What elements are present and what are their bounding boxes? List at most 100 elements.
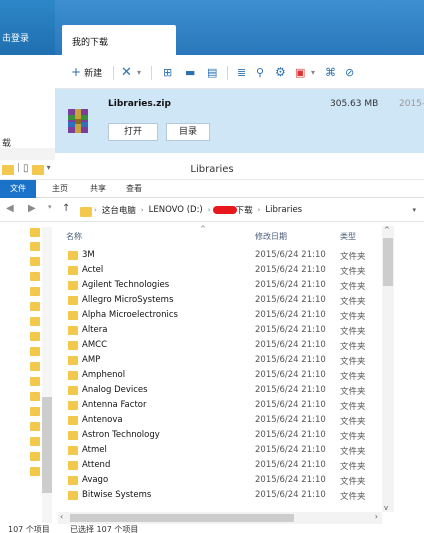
item-name: AMP [82,355,101,365]
app-icon[interactable]: ▣ [295,63,305,81]
grid-view-icon[interactable]: ⊞ [163,63,172,81]
chevron-down-icon[interactable]: ▾ [48,203,52,211]
folder-icon[interactable] [30,467,40,476]
up-icon[interactable]: ↑ [62,203,70,214]
folder-icon [68,371,78,380]
scrollbar-thumb[interactable] [383,238,393,286]
explorer-window: | ▯ ▾ Libraries 文件 主页 共享 查看 ◀ ▶ ▾ ↑ › 这台… [0,160,424,533]
item-date: 2015/6/24 21:10 [255,265,326,275]
folder-icon[interactable] [30,257,40,266]
item-date: 2015/6/24 21:10 [255,430,326,440]
tab-share[interactable]: 共享 [90,183,106,194]
scrollbar-thumb[interactable] [70,514,294,522]
folder-icon[interactable] [30,242,40,251]
toolbar-divider [227,66,228,80]
vertical-scrollbar[interactable]: ^ v [382,226,394,512]
list-item[interactable]: Amphenol 2015/6/24 21:10 文件夹 [62,368,382,383]
nav-scrollbar-thumb[interactable] [42,397,52,493]
list-item[interactable]: Atmel 2015/6/24 21:10 文件夹 [62,443,382,458]
folder-icon[interactable] [30,452,40,461]
chevron-down-icon[interactable]: ▾ [137,63,141,81]
list-item[interactable]: Analog Devices 2015/6/24 21:10 文件夹 [62,383,382,398]
folder-icon[interactable] [30,377,40,386]
chevron-down-icon[interactable]: ▾ [412,206,416,214]
folder-icon[interactable] [30,362,40,371]
folder-icon[interactable] [30,287,40,296]
breadcrumb-separator: › [207,206,211,214]
download-item[interactable]: Libraries.zip 305.63 MB 2015- 打开 目录 [55,89,424,153]
tab-my-downloads[interactable]: 我的下载 [62,25,176,55]
scroll-down-icon[interactable]: v [384,504,388,512]
item-name: Analog Devices [82,385,148,395]
folder-icon[interactable] [30,422,40,431]
search-icon[interactable]: ⚲ [256,63,264,81]
list-item[interactable]: Astron Technology 2015/6/24 21:10 文件夹 [62,428,382,443]
folder-icon[interactable] [30,332,40,341]
tab-view[interactable]: 查看 [126,183,142,194]
chevron-down-icon[interactable]: ▾ [311,63,315,81]
tab-home[interactable]: 主页 [52,183,68,194]
folder-icon[interactable] [30,437,40,446]
link-icon[interactable]: ⌘ [325,63,336,81]
scroll-left-icon[interactable]: ‹ [60,512,63,521]
folder-icon[interactable] [30,317,40,326]
scroll-right-icon[interactable]: › [375,512,378,521]
folder-icon[interactable]: ▬ [185,63,195,81]
list-item[interactable]: Attend 2015/6/24 21:10 文件夹 [62,458,382,473]
list-item[interactable]: Antenna Factor 2015/6/24 21:10 文件夹 [62,398,382,413]
folder-icon[interactable] [30,407,40,416]
forward-icon[interactable]: ▶ [28,203,36,214]
list-item[interactable]: Allegro MicroSystems 2015/6/24 21:10 文件夹 [62,293,382,308]
folder-icon [68,446,78,455]
new-label: 新建 [84,68,103,79]
item-name: Attend [82,460,111,470]
document-icon[interactable]: ▤ [207,63,217,81]
item-date: 2015/6/24 21:10 [255,400,326,410]
item-date: 2015/6/24 21:10 [255,475,326,485]
list-item[interactable]: Actel 2015/6/24 21:10 文件夹 [62,263,382,278]
item-name: Allegro MicroSystems [82,295,174,305]
scroll-up-icon[interactable]: ^ [384,226,390,234]
breadcrumb-drive[interactable]: LENOVO (D:) [149,205,203,215]
column-date[interactable]: 修改日期 [255,231,287,242]
new-button[interactable]: + 新建 [71,63,102,81]
folder-icon[interactable] [30,347,40,356]
folder-icon[interactable] [30,392,40,401]
breadcrumb[interactable]: › 这台电脑 › LENOVO (D:) › 下载 › Libraries ▾ [80,202,424,218]
back-icon[interactable]: ◀ [6,203,14,214]
item-date: 2015/6/24 21:10 [255,340,326,350]
column-name[interactable]: 名称 [66,231,82,242]
folder-icon[interactable] [30,228,40,237]
breadcrumb-download[interactable]: 下载 [236,204,253,216]
breadcrumb-this-pc[interactable]: 这台电脑 [102,204,136,216]
login-link[interactable]: 击登录 [2,31,29,44]
item-date: 2015/6/24 21:10 [255,295,326,305]
folder-icon[interactable] [30,302,40,311]
folder-icon[interactable] [30,272,40,281]
list-item[interactable]: Bitwise Systems 2015/6/24 21:10 文件夹 [62,488,382,503]
item-type: 文件夹 [340,282,366,292]
compass-icon[interactable]: ⊘ [345,63,354,81]
window-title: Libraries [190,164,234,175]
address-bar: ◀ ▶ ▾ ↑ › 这台电脑 › LENOVO (D:) › 下载 › Libr… [0,198,424,222]
list-icon[interactable]: ≣ [237,63,246,81]
tab-file[interactable]: 文件 [0,180,36,198]
column-type[interactable]: 类型 [340,231,356,242]
list-item[interactable]: Alpha Microelectronics 2015/6/24 21:10 文件夹 [62,308,382,323]
list-item[interactable]: Antenova 2015/6/24 21:10 文件夹 [62,413,382,428]
horizontal-scrollbar[interactable]: ‹ › [58,512,382,524]
list-item[interactable]: Altera 2015/6/24 21:10 文件夹 [62,323,382,338]
item-name: Amphenol [82,370,126,380]
list-item[interactable]: Avago 2015/6/24 21:10 文件夹 [62,473,382,488]
gear-icon[interactable]: ⚙ [275,63,286,81]
item-name: Antenna Factor [82,400,147,410]
folder-icon [68,341,78,350]
open-folder-button[interactable]: 目录 [166,123,210,141]
list-item[interactable]: Agilent Technologies 2015/6/24 21:10 文件夹 [62,278,382,293]
list-item[interactable]: AMCC 2015/6/24 21:10 文件夹 [62,338,382,353]
list-item[interactable]: AMP 2015/6/24 21:10 文件夹 [62,353,382,368]
list-item[interactable]: 3M 2015/6/24 21:10 文件夹 [62,248,382,263]
breadcrumb-libraries[interactable]: Libraries [265,205,302,215]
open-button[interactable]: 打开 [108,123,158,141]
delete-icon[interactable]: ✕ [121,63,132,81]
